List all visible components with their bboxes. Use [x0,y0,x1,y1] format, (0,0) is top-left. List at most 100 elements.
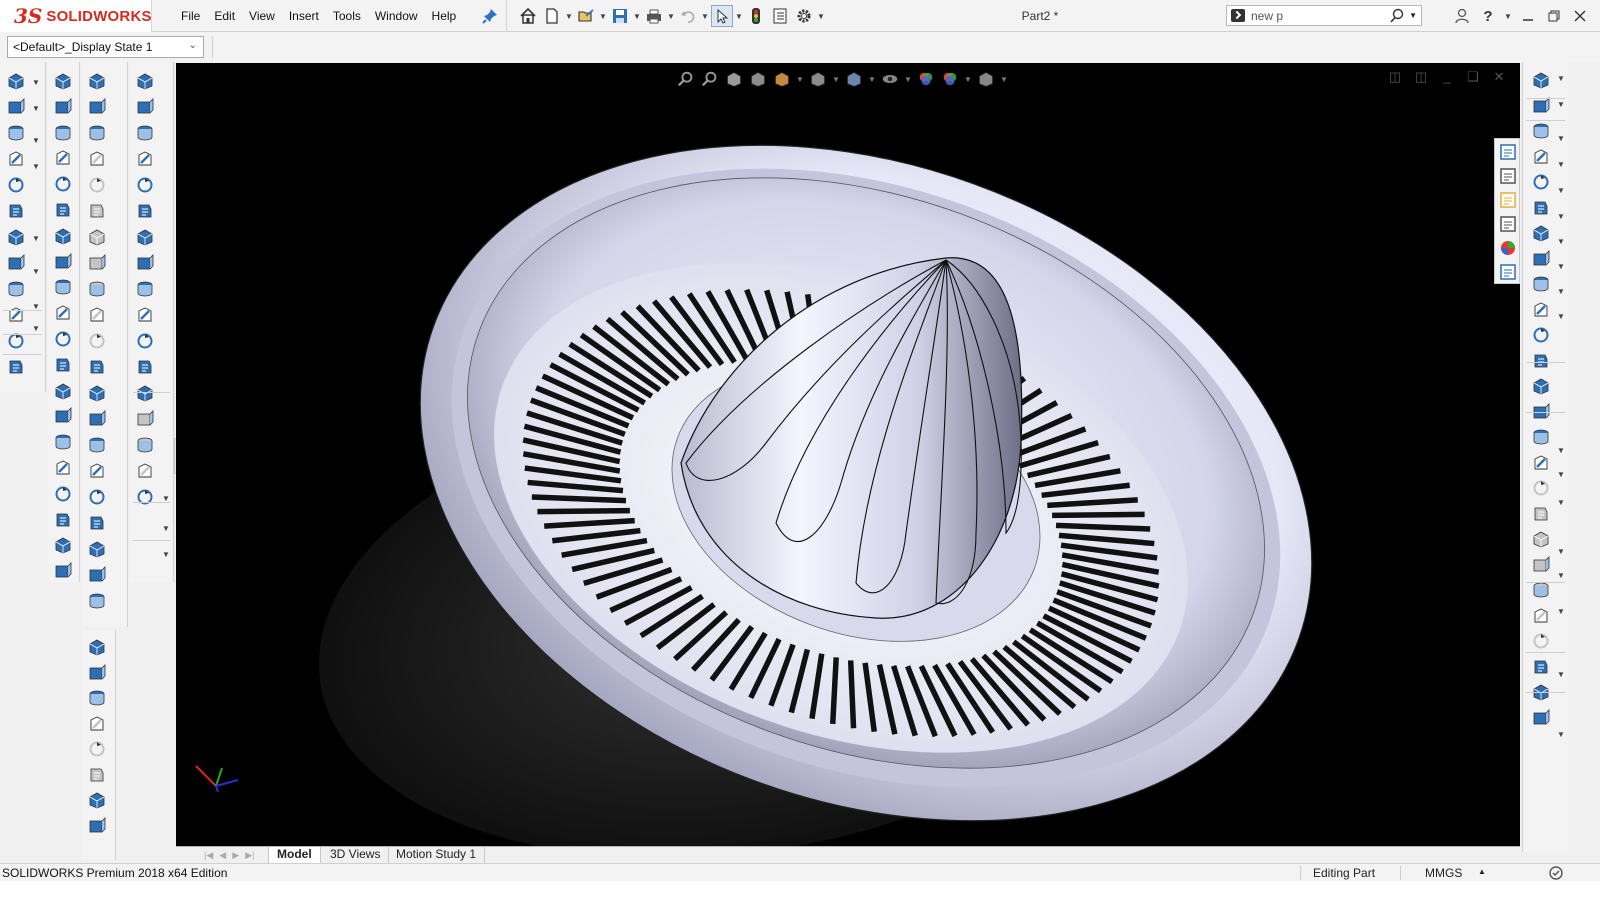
view-tool-icon[interactable] [87,637,107,657]
first-tab-icon[interactable]: |◀ [204,850,213,861]
sketch-tool-icon[interactable] [1531,351,1551,371]
tab-motion-study-1[interactable]: Motion Study 1 [388,847,486,863]
feature-tool-icon[interactable] [53,97,73,117]
feature-tool-icon[interactable] [135,149,155,169]
apply-scene-icon[interactable] [940,69,960,89]
sketch-tool-icon[interactable] [1531,478,1551,498]
tool-dropdown-icon[interactable]: ▼ [32,136,40,145]
view-tool-icon[interactable] [87,663,107,683]
menu-tools[interactable]: Tools [326,9,368,23]
rebuild-status-icon[interactable] [1548,865,1564,881]
minimize-icon[interactable] [1518,6,1538,26]
feature-tool-icon[interactable] [53,148,73,168]
tool-dropdown-icon[interactable]: ▼ [32,267,40,276]
feature-tool-icon[interactable] [87,357,107,377]
hud-dropdown-icon[interactable]: ▼ [796,75,804,84]
feature-tool-icon[interactable] [6,123,26,143]
next-tab-icon[interactable]: ▶ [232,850,239,861]
last-tab-icon[interactable]: ▶| [245,850,254,861]
sketch-tool-icon[interactable] [1531,427,1551,447]
tool-dropdown-icon[interactable]: ▼ [1557,160,1565,169]
feature-tool-icon[interactable] [135,409,155,429]
feature-tool-icon[interactable] [53,355,73,375]
sketch-tool-icon[interactable] [1531,70,1551,90]
traffic-light-icon[interactable] [745,5,767,27]
feature-tool-icon[interactable] [87,227,107,247]
print-icon[interactable] [643,5,665,27]
sketch-tool-icon[interactable] [1531,147,1551,167]
feature-tool-icon[interactable] [53,381,73,401]
feature-tool-icon[interactable] [87,279,107,299]
feature-tool-icon[interactable] [6,305,26,325]
section-view-icon[interactable] [748,69,768,89]
sketch-tool-icon[interactable] [1531,121,1551,141]
undo-dropdown-icon[interactable]: ▼ [701,12,709,21]
graphics-area[interactable]: ▼ ▼ ▼ ▼ ▼ ▼ ◫ ◫ _ ❏ ✕ [176,63,1520,847]
feature-tool-icon[interactable] [87,149,107,169]
tool-dropdown-icon[interactable]: ▼ [1557,262,1565,271]
sketch-tool-icon[interactable] [1531,555,1551,575]
dynamic-annotation-icon[interactable] [772,69,792,89]
feature-tool-icon[interactable] [87,565,107,585]
sketch-tool-icon[interactable] [1531,223,1551,243]
select-arrow-icon[interactable] [711,5,733,27]
hud-dropdown-icon[interactable]: ▼ [964,75,972,84]
tool-dropdown-icon[interactable]: ▼ [162,550,170,559]
tool-dropdown-icon[interactable]: ▼ [32,234,40,243]
feature-tool-icon[interactable] [53,303,73,323]
feature-tool-icon[interactable] [53,535,73,555]
feature-tool-icon[interactable] [135,279,155,299]
file-properties-icon[interactable] [769,5,791,27]
feature-tool-icon[interactable] [135,201,155,221]
appearances-icon[interactable] [1498,238,1518,258]
feature-tool-icon[interactable] [135,71,155,91]
feature-tool-icon[interactable] [53,561,73,581]
tool-dropdown-icon[interactable]: ▼ [1557,134,1565,143]
sketch-tool-icon[interactable] [1531,657,1551,677]
open-icon[interactable] [575,5,597,27]
feature-tool-icon[interactable] [135,305,155,325]
close-icon[interactable] [1570,6,1590,26]
view-tool-icon[interactable] [87,765,107,785]
tab-3d-views[interactable]: 3D Views [322,847,390,863]
hud-dropdown-icon[interactable]: ▼ [1000,75,1008,84]
tab-scroll-arrows[interactable]: |◀ ◀ ▶ ▶| [204,850,254,861]
feature-tool-icon[interactable] [53,406,73,426]
feature-tool-icon[interactable] [6,227,26,247]
search-icon[interactable] [1389,8,1405,27]
sketch-tool-icon[interactable] [1531,606,1551,626]
viewport-restore-icon[interactable]: ❏ [1464,69,1482,85]
tool-dropdown-icon[interactable]: ▼ [1557,547,1565,556]
user-icon[interactable] [1452,6,1472,26]
feature-tool-icon[interactable] [135,175,155,195]
pin-menu-icon[interactable] [482,8,498,24]
tool-dropdown-icon[interactable]: ▼ [1557,470,1565,479]
sketch-tool-icon[interactable] [1531,274,1551,294]
search-dropdown-icon[interactable]: ▼ [1409,11,1417,20]
hud-dropdown-icon[interactable]: ▼ [868,75,876,84]
display-state-select[interactable]: <Default>_Display State 1 ⌄ [7,36,204,58]
menu-edit[interactable]: Edit [207,9,242,23]
juicer-model[interactable] [176,63,1520,847]
tool-dropdown-icon[interactable]: ▼ [1557,607,1565,616]
units-dropdown-icon[interactable]: ▲ [1478,867,1486,876]
hide-show-icon[interactable] [880,69,900,89]
feature-tool-icon[interactable] [135,435,155,455]
resources-icon[interactable] [1498,166,1518,186]
help-dropdown-icon[interactable]: ▼ [1504,12,1512,21]
feature-tool-icon[interactable] [6,201,26,221]
view-tool-icon[interactable] [87,714,107,734]
tool-dropdown-icon[interactable]: ▼ [1557,237,1565,246]
tool-dropdown-icon[interactable]: ▼ [32,104,40,113]
sketch-tool-icon[interactable] [1531,300,1551,320]
feature-tool-icon[interactable] [6,149,26,169]
feature-tool-icon[interactable] [135,331,155,351]
feature-tool-icon[interactable] [53,71,73,91]
options-dropdown-icon[interactable]: ▼ [817,12,825,21]
undo-icon[interactable] [677,5,699,27]
feature-tool-icon[interactable] [6,175,26,195]
view-tool-icon[interactable] [87,790,107,810]
sketch-tool-icon[interactable] [1531,631,1551,651]
feature-tool-icon[interactable] [53,458,73,478]
feature-tool-icon[interactable] [87,175,107,195]
